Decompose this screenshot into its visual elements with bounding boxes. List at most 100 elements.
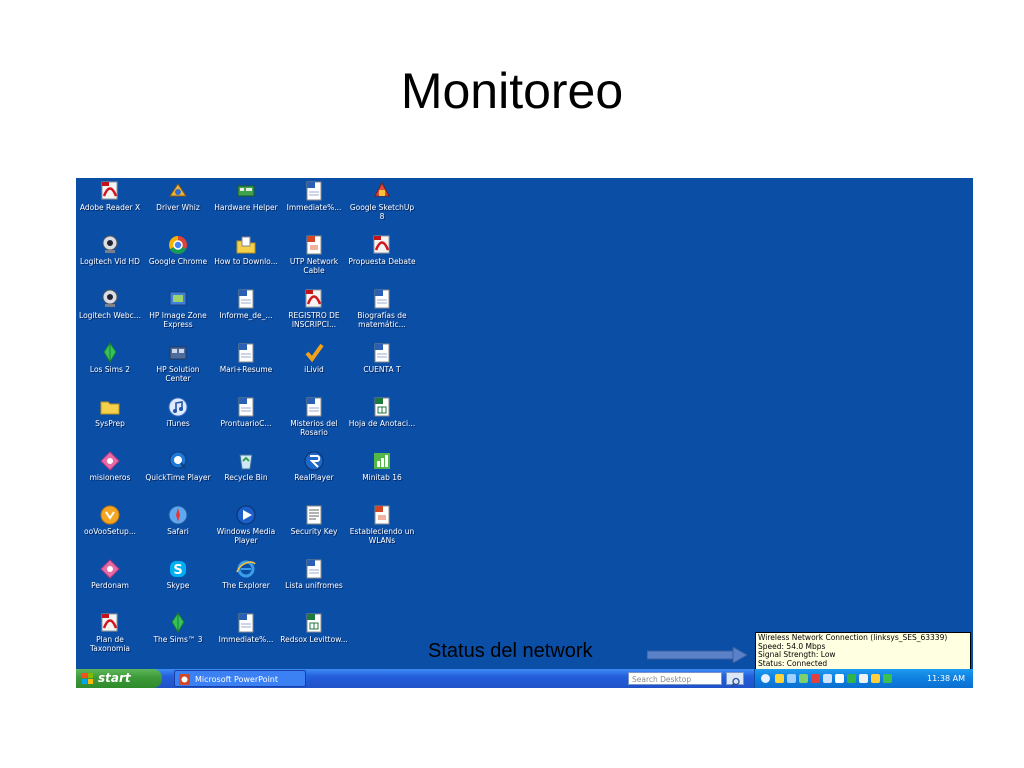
ie-icon bbox=[236, 560, 256, 578]
desktop-icon[interactable]: Hardware Helper bbox=[212, 178, 280, 212]
desktop-icon-label: Skype bbox=[166, 581, 190, 590]
monitor-icon[interactable] bbox=[847, 674, 856, 683]
tray-expand-icon[interactable] bbox=[761, 674, 770, 683]
ilivid-icon bbox=[305, 343, 324, 363]
desktop-icon[interactable]: Immediate%... bbox=[212, 610, 280, 644]
desktop-icon[interactable]: Estableciendo un WLANs bbox=[348, 502, 416, 545]
taskbar-item-powerpoint[interactable]: Microsoft PowerPoint bbox=[174, 670, 306, 687]
word-doc-icon bbox=[306, 559, 322, 579]
desktop-icon[interactable]: HP Image Zone Express bbox=[144, 286, 212, 329]
plumbob-icon bbox=[171, 612, 185, 633]
desktop-icon[interactable]: Safari bbox=[144, 502, 212, 536]
desktop-icon[interactable]: Recycle Bin bbox=[212, 448, 280, 482]
quicktime-icon bbox=[169, 451, 187, 469]
update-icon[interactable] bbox=[871, 674, 880, 683]
desktop-icon[interactable]: Biografías de matemátic... bbox=[348, 286, 416, 329]
desktop-icon[interactable]: Adobe Reader X bbox=[76, 178, 144, 212]
hp-solution-icon bbox=[169, 346, 187, 360]
desktop-icon-label: Windows Media Player bbox=[216, 527, 276, 545]
compass-icon bbox=[168, 505, 188, 525]
webcam-icon bbox=[102, 235, 118, 253]
network-icon[interactable] bbox=[811, 674, 820, 683]
desktop-icon[interactable]: QuickTime Player bbox=[144, 448, 212, 482]
desktop-icon[interactable]: Security Key bbox=[280, 502, 348, 536]
search-desktop-input[interactable]: Search Desktop bbox=[628, 672, 722, 685]
desktop-icon[interactable]: Windows Media Player bbox=[212, 502, 280, 545]
desktop-icon[interactable]: Logitech Vid HD bbox=[76, 232, 144, 266]
plumbob-icon bbox=[103, 342, 117, 363]
desktop-icon-label: Lista unifromes bbox=[285, 581, 343, 590]
desktop-icon[interactable]: misioneros bbox=[76, 448, 144, 482]
desktop-icon-label: Immediate%... bbox=[286, 203, 342, 212]
shield-icon[interactable] bbox=[775, 674, 784, 683]
clock: 11:38 AM bbox=[927, 674, 965, 683]
desktop-icon-label: UTP Network Cable bbox=[289, 257, 339, 275]
desktop-icon[interactable]: The Explorer bbox=[212, 556, 280, 590]
desktop-icon[interactable]: iTunes bbox=[144, 394, 212, 428]
desktop-icon[interactable]: Perdonam bbox=[76, 556, 144, 590]
search-button[interactable] bbox=[726, 672, 744, 688]
desktop-icon[interactable]: ProntuarioC... bbox=[212, 394, 280, 428]
recycle-bin-icon bbox=[239, 454, 253, 470]
desktop-icon[interactable]: Logitech Webc... bbox=[76, 286, 144, 320]
desktop-icon[interactable]: Immediate%... bbox=[280, 178, 348, 212]
minitab-icon bbox=[374, 453, 390, 469]
desktop-icon-label: ooVooSetup... bbox=[84, 527, 136, 536]
desktop-icon-label: Redsox Levittow... bbox=[280, 635, 348, 644]
desktop-icon[interactable]: Driver Whiz bbox=[144, 178, 212, 212]
desktop-icon[interactable]: UTP Network Cable bbox=[280, 232, 348, 275]
desktop-icon[interactable]: The Sims™ 3 bbox=[144, 610, 212, 644]
desktop-icon-label: Logitech Vid HD bbox=[80, 257, 140, 266]
desktop-icon[interactable]: iLivid bbox=[280, 340, 348, 374]
desktop-icon[interactable]: SysPrep bbox=[76, 394, 144, 428]
start-button[interactable]: start bbox=[76, 669, 162, 688]
security-icon[interactable] bbox=[883, 674, 892, 683]
word-doc-icon bbox=[238, 613, 254, 633]
desktop-icon[interactable]: HP Solution Center bbox=[144, 340, 212, 383]
desktop-icon[interactable]: Redsox Levittow... bbox=[280, 610, 348, 644]
wireless-network-icon[interactable] bbox=[787, 674, 796, 683]
pdf-icon bbox=[305, 289, 322, 308]
sync-icon[interactable] bbox=[799, 674, 808, 683]
desktop-icon[interactable]: Minitab 16 bbox=[348, 448, 416, 482]
desktop-icon[interactable]: S Skype bbox=[144, 556, 212, 590]
desktop-icon[interactable]: Mari+Resume bbox=[212, 340, 280, 374]
desktop-icon-label: Logitech Webc... bbox=[79, 311, 141, 320]
desktop-icon-label: Recycle Bin bbox=[224, 473, 268, 482]
desktop-icon-label: Safari bbox=[167, 527, 189, 536]
message-icon[interactable] bbox=[859, 674, 868, 683]
desktop-icon[interactable]: CUENTA T bbox=[348, 340, 416, 374]
word-doc-icon bbox=[238, 343, 254, 363]
desktop-icon-label: Google SketchUp 8 bbox=[349, 203, 415, 221]
speaker-icon[interactable] bbox=[823, 674, 832, 683]
desktop-icon[interactable]: How to Downlo... bbox=[212, 232, 280, 266]
search-icon bbox=[730, 677, 740, 688]
desktop-icon[interactable]: Hoja de Anotaci... bbox=[348, 394, 416, 428]
desktop-icon[interactable]: Plan de Taxonomia bbox=[76, 610, 144, 653]
desktop-icon-label: QuickTime Player bbox=[145, 473, 211, 482]
desktop-icon[interactable]: RealPlayer bbox=[280, 448, 348, 482]
desktop-icon[interactable]: Misterios del Rosario bbox=[280, 394, 348, 437]
pdf-icon bbox=[101, 613, 118, 632]
chat-icon[interactable] bbox=[835, 674, 844, 683]
desktop-icon[interactable]: ooVooSetup... bbox=[76, 502, 144, 536]
desktop-icon[interactable]: REGISTRO DE INSCRIPCI... bbox=[280, 286, 348, 329]
webcam-icon bbox=[102, 289, 118, 307]
desktop-icon[interactable]: Google SketchUp 8 bbox=[348, 178, 416, 221]
desktop-icon-label: Estableciendo un WLANs bbox=[349, 527, 415, 545]
desktop-icon-label: Propuesta Debate bbox=[348, 257, 416, 266]
desktop-icon-label: SysPrep bbox=[95, 419, 125, 428]
desktop-icon-label: Perdonam bbox=[91, 581, 129, 590]
desktop-screenshot: Adobe Reader X Logitech Vid HD Logitech We… bbox=[76, 178, 973, 688]
pdf-icon bbox=[101, 181, 118, 200]
desktop-icon-label: Driver Whiz bbox=[156, 203, 200, 212]
desktop-icon[interactable]: Lista unifromes bbox=[280, 556, 348, 590]
desktop-icon[interactable]: Los Sims 2 bbox=[76, 340, 144, 374]
desktop-icon[interactable]: Google Chrome bbox=[144, 232, 212, 266]
desktop-icon[interactable]: Propuesta Debate bbox=[348, 232, 416, 266]
desktop-icon[interactable]: Informe_de_... bbox=[212, 286, 280, 320]
desktop-icon-label: Hardware Helper bbox=[214, 203, 278, 212]
media-player-icon bbox=[236, 505, 256, 525]
word-doc-icon bbox=[306, 397, 322, 417]
desktop-icon-label: Los Sims 2 bbox=[89, 365, 131, 374]
